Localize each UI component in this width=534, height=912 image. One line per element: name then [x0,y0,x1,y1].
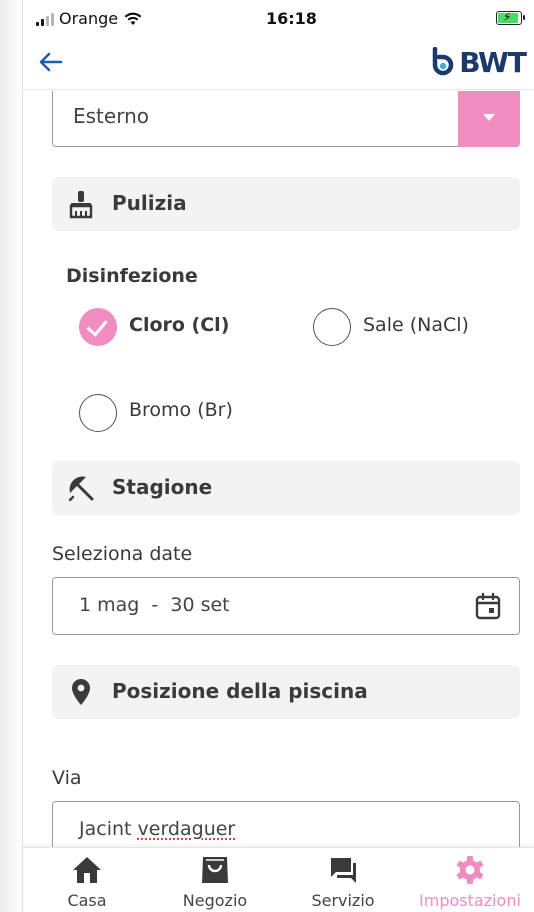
app-header: BWT [23,38,534,90]
nav-item-settings[interactable]: Impostazioni [406,848,534,912]
home-icon [73,857,101,883]
nav-label: Negozio [182,891,248,910]
carrier-name: Orange [59,9,119,28]
bwt-logo-icon [432,46,454,75]
radio-bromine[interactable] [79,394,117,432]
pool-location-select[interactable]: Esterno [52,91,520,147]
section-title: Pulizia [112,191,187,215]
umbrella-icon [68,476,94,502]
status-bar: Orange 16:18 ⚡ [36,8,530,34]
spellcheck-word: verdaguer [137,818,236,840]
settings-content[interactable]: Esterno Pulizia Disinfezione Cloro (Cl) … [23,91,534,847]
nav-label: Casa [67,891,107,910]
radio-chlorine[interactable] [79,308,117,346]
section-title: Posizione della piscina [112,679,368,703]
location-pin-icon [72,679,90,705]
nav-label: Servizio [311,891,375,910]
logo-text: BWT [459,46,527,79]
gear-icon [456,856,484,884]
shopping-bag-icon [202,857,228,883]
section-cleaning: Pulizia [52,177,520,231]
brand-logo: BWT [427,46,527,79]
wifi-icon [124,12,142,25]
carrier-info: Orange [36,9,142,28]
radio-bromine-label[interactable]: Bromo (Br) [129,399,233,421]
select-value: Esterno [73,104,149,128]
nav-item-home[interactable]: Casa [23,848,151,912]
dropdown-button[interactable] [458,91,520,147]
street-input[interactable]: Jacint verdaguer [52,801,520,847]
disinfection-label: Disinfezione [66,265,198,287]
brush-icon [69,191,93,219]
radio-chlorine-label[interactable]: Cloro (Cl) [129,314,229,336]
nav-item-service[interactable]: Servizio [279,848,407,912]
date-range-field[interactable]: 1 mag - 30 set [52,577,520,635]
radio-salt[interactable] [313,308,351,346]
section-pool-location: Posizione della piscina [52,665,520,719]
street-label: Via [52,767,82,789]
date-label: Seleziona date [52,543,193,565]
chat-icon [331,858,356,883]
date-range-value: 1 mag - 30 set [79,594,230,616]
nav-label: Impostazioni [419,891,521,910]
bottom-nav: Casa Negozio Servizio Impostazioni [23,847,534,912]
nav-item-shop[interactable]: Negozio [151,848,279,912]
calendar-icon[interactable] [475,592,501,620]
signal-icon [36,12,54,26]
phone-edge [0,0,22,912]
radio-salt-label[interactable]: Sale (NaCl) [363,314,469,336]
section-season: Stagione [52,461,520,515]
battery-icon: ⚡ [496,10,525,25]
status-time: 16:18 [266,9,317,28]
caret-down-icon [483,113,495,121]
arrow-left-icon[interactable] [37,48,65,76]
street-value: Jacint verdaguer [79,818,236,840]
section-title: Stagione [112,475,213,499]
